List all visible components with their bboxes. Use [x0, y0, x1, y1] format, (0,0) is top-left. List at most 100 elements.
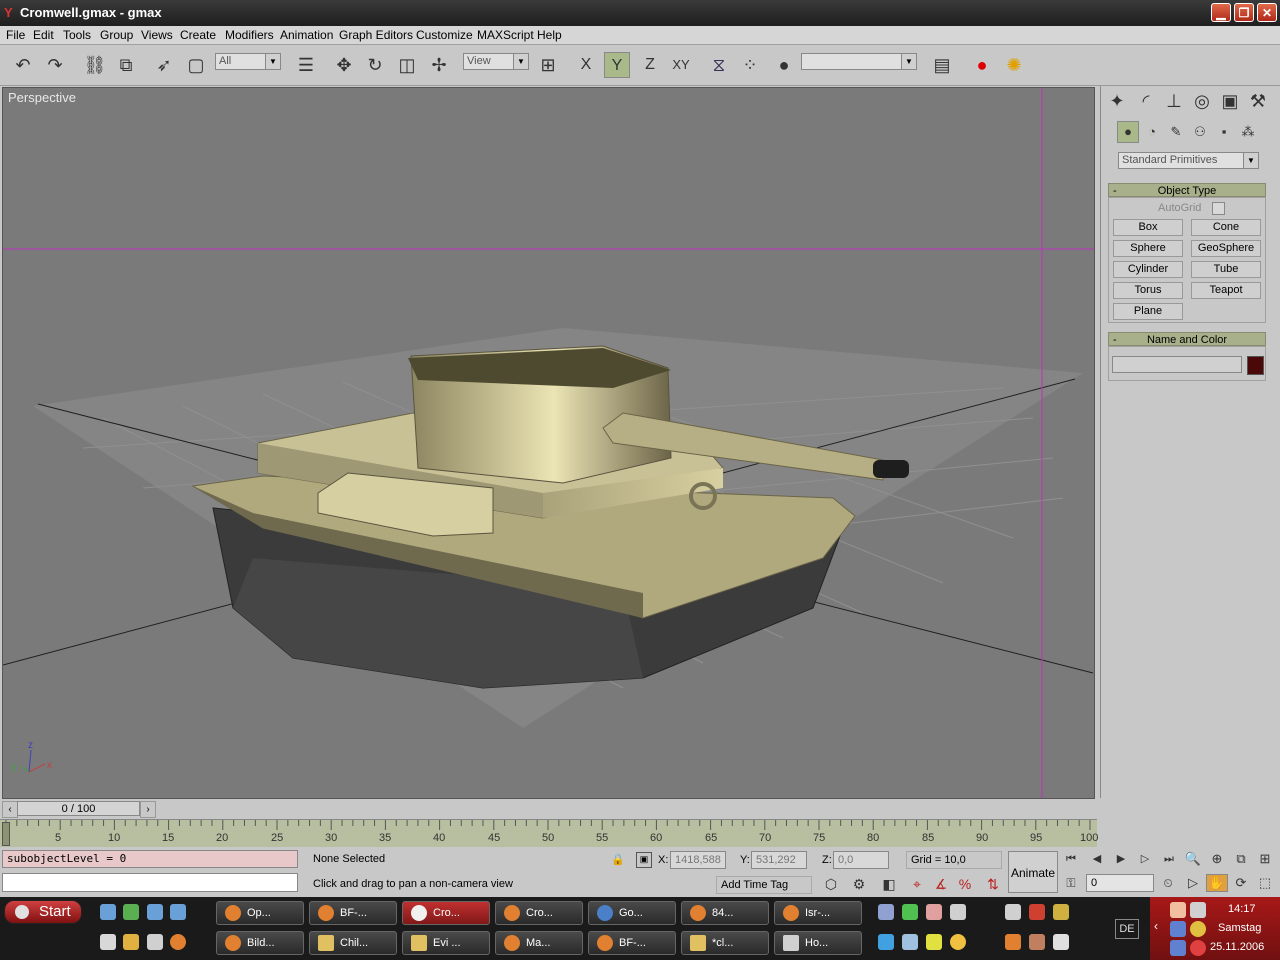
taskbar-item[interactable]: Op... [216, 901, 304, 925]
pivot-icon[interactable]: ✢ [426, 52, 452, 78]
zoom-extents-icon[interactable]: ⧉ [1230, 850, 1252, 868]
tray-app-icon[interactable] [950, 934, 966, 950]
next-frame-icon[interactable]: ▷ [1134, 850, 1156, 868]
tray-app-icon[interactable] [926, 904, 942, 920]
undo-icon[interactable]: ↶ [10, 52, 36, 78]
helpers-icon[interactable]: ▪ [1213, 121, 1235, 143]
modify-tab-icon[interactable]: ◜ [1133, 88, 1159, 114]
time-next-icon[interactable]: › [140, 801, 156, 818]
teapot-button[interactable]: Teapot [1191, 282, 1261, 299]
time-slider-thumb[interactable]: 0 / 100 [17, 801, 140, 816]
maximize-viewport-icon[interactable]: ⬚ [1254, 874, 1276, 892]
gear-icon[interactable]: ⚙ [848, 873, 870, 895]
chevron-left-icon[interactable]: ‹ [1154, 919, 1158, 933]
move-icon[interactable]: ✥ [331, 52, 357, 78]
time-config-icon[interactable]: ⏲ [1157, 874, 1179, 892]
menu-create[interactable]: Create [180, 28, 216, 42]
render-icon[interactable]: ✺ [1001, 52, 1027, 78]
perspective-viewport[interactable]: x z y Perspective [2, 87, 1095, 799]
folder-quicklaunch-icon[interactable] [147, 904, 163, 920]
shapes-icon[interactable]: ◔ [1141, 121, 1163, 143]
percent-snap-icon[interactable]: % [954, 873, 976, 895]
tray-app-icon[interactable] [878, 934, 894, 950]
tray-app-icon[interactable] [902, 904, 918, 920]
scale-icon[interactable]: ◫ [394, 52, 420, 78]
pan-hand-icon[interactable]: ✋ [1206, 874, 1228, 892]
cone-button[interactable]: Cone [1191, 219, 1261, 236]
tray-icon[interactable] [1170, 921, 1186, 937]
arc-rotate-icon[interactable]: ⟳ [1230, 874, 1252, 892]
axis-xy-button[interactable]: XY [668, 52, 694, 78]
tray-icon[interactable] [1190, 921, 1206, 937]
spinner-snap-icon[interactable]: ⇅ [982, 873, 1004, 895]
animate-button[interactable]: Animate [1008, 851, 1058, 893]
axis-z-button[interactable]: Z [637, 52, 663, 78]
tray-icon[interactable] [1190, 902, 1206, 918]
desktop-quicklaunch-icon[interactable] [100, 934, 116, 950]
box-icon[interactable]: ◧ [878, 873, 900, 895]
play-icon[interactable]: ▶ [1110, 850, 1132, 868]
taskbar-item[interactable]: Ma... [495, 931, 583, 955]
reference-coordinate-dropdown[interactable]: View ▼ [463, 53, 529, 70]
start-button[interactable]: Start [4, 900, 82, 924]
media-quicklaunch-icon[interactable] [170, 904, 186, 920]
field-of-view-icon[interactable]: ▷ [1182, 874, 1204, 892]
tray-app-icon[interactable] [1053, 904, 1069, 920]
align-icon[interactable]: ● [771, 52, 797, 78]
box-button[interactable]: Box [1113, 219, 1183, 236]
taskbar-item[interactable]: Cro... [495, 901, 583, 925]
x-coordinate-field[interactable]: 1418,588 [670, 851, 726, 869]
axis-y-button[interactable]: Y [604, 52, 630, 78]
z-coordinate-field[interactable]: 0,0 [833, 851, 889, 869]
select-region-icon[interactable]: ▢ [183, 52, 209, 78]
tray-icon[interactable] [1190, 940, 1206, 956]
track-bar[interactable]: 5 10 15 20 25 30 35 40 45 50 55 60 65 70… [0, 819, 1098, 848]
cameras-icon[interactable]: ⚇ [1189, 121, 1211, 143]
frame-number-field[interactable]: 0 [1086, 874, 1154, 892]
torus-button[interactable]: Torus [1113, 282, 1183, 299]
object-color-swatch[interactable] [1247, 356, 1264, 375]
absolute-mode-icon[interactable]: ▣ [636, 852, 652, 868]
mirror-icon[interactable]: ⧖ [706, 52, 732, 78]
taskbar-item[interactable]: Go... [588, 901, 676, 925]
menu-views[interactable]: Views [141, 28, 173, 42]
zoom-all-icon[interactable]: ⊕ [1206, 850, 1228, 868]
named-selection-dropdown[interactable]: ▼ [801, 53, 917, 70]
time-prev-icon[interactable]: ‹ [2, 801, 18, 818]
menu-modifiers[interactable]: Modifiers [225, 28, 274, 42]
select-arrow-icon[interactable]: ➶ [151, 52, 177, 78]
taskbar-item[interactable]: BF-... [309, 901, 397, 925]
axis-x-button[interactable]: X [573, 52, 599, 78]
language-indicator[interactable]: DE [1115, 919, 1139, 939]
viewport-label[interactable]: Perspective [8, 90, 76, 105]
autogrid-checkbox[interactable] [1212, 202, 1225, 215]
key-icon[interactable]: ⚿ [1060, 874, 1082, 892]
tray-icon[interactable] [1170, 940, 1186, 956]
taskbar-item[interactable]: Chil... [309, 931, 397, 955]
geosphere-button[interactable]: GeoSphere [1191, 240, 1261, 257]
motion-tab-icon[interactable]: ◎ [1189, 88, 1215, 114]
menu-animation[interactable]: Animation [280, 28, 333, 42]
listener-input[interactable] [2, 873, 298, 892]
utilities-tab-icon[interactable]: ⚒ [1245, 88, 1271, 114]
current-frame-marker[interactable] [2, 822, 10, 846]
plane-button[interactable]: Plane [1113, 303, 1183, 320]
hierarchy-tab-icon[interactable]: ⊥ [1161, 88, 1187, 114]
ie-quicklaunch-icon[interactable] [100, 904, 116, 920]
add-time-tag-button[interactable]: Add Time Tag [716, 876, 812, 894]
go-to-end-icon[interactable]: ⏭ [1158, 850, 1180, 868]
tube-button[interactable]: Tube [1191, 261, 1261, 278]
menu-customize[interactable]: Customize [416, 28, 473, 42]
taskbar-item[interactable]: 84... [681, 901, 769, 925]
display-tab-icon[interactable]: ▣ [1217, 88, 1243, 114]
array-icon[interactable]: ⁘ [737, 52, 763, 78]
close-button[interactable]: ✕ [1257, 3, 1277, 22]
snap-icon[interactable]: ⌖ [906, 873, 928, 895]
arrow-quicklaunch-icon[interactable] [123, 934, 139, 950]
mail-quicklaunch-icon[interactable] [147, 934, 163, 950]
select-by-name-icon[interactable]: ☰ [293, 52, 319, 78]
material-editor-icon[interactable]: ● [969, 52, 995, 78]
tray-app-icon[interactable] [950, 904, 966, 920]
menu-tools[interactable]: Tools [63, 28, 91, 42]
taskbar-item[interactable]: Isr-... [774, 901, 862, 925]
